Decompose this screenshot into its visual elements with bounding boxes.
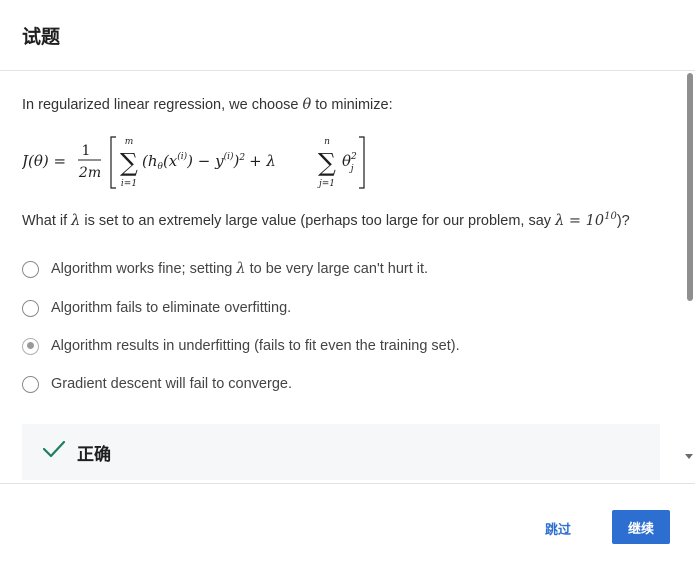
formula-sum1-sigma: ∑ bbox=[120, 148, 138, 177]
formula-sup-i: (i) bbox=[177, 151, 187, 162]
question-content: In regularized linear regression, we cho… bbox=[0, 71, 695, 483]
formula-right-bracket bbox=[359, 136, 365, 189]
answer-option-1[interactable]: Algorithm works fine; setting λ to be ve… bbox=[22, 257, 428, 281]
scroll-down-arrow-icon[interactable] bbox=[685, 454, 693, 459]
formula-sum1-bottom: i=1 bbox=[121, 179, 137, 189]
question-text: What if λ is set to an extremely large v… bbox=[22, 211, 630, 229]
prompt-theta: θ bbox=[302, 97, 312, 113]
prompt-text-after: to minimize: bbox=[311, 97, 393, 113]
question-text-before: What if bbox=[22, 212, 72, 229]
option-label: Algorithm results in underfitting (fails… bbox=[51, 338, 460, 354]
radio-button[interactable] bbox=[22, 299, 39, 317]
question-text-after: )? bbox=[616, 212, 630, 229]
question-text-middle: is set to an extremely large value (perh… bbox=[80, 212, 556, 229]
formula-left-bracket bbox=[110, 136, 116, 189]
checkmark-icon bbox=[42, 440, 66, 458]
scrollbar-thumb[interactable] bbox=[687, 73, 693, 301]
cost-function-formula: J(θ) = 1 2m m ∑ i=1 (hθ(x(i)) − y(i))2 + … bbox=[22, 136, 365, 189]
formula-square2: 2 bbox=[350, 152, 357, 162]
feedback-status-text: 正确 bbox=[77, 445, 111, 464]
option-label: Gradient descent will fail to converge. bbox=[51, 376, 292, 392]
formula-h: (h bbox=[142, 152, 158, 170]
option-label-after: to be very large can't hurt it. bbox=[245, 261, 429, 277]
formula-frac-den: 2m bbox=[78, 165, 101, 181]
svg-text:θ2j: θ2 j bbox=[342, 152, 357, 174]
formula-sum1-top: m bbox=[125, 137, 134, 147]
formula-sup-i2: (i) bbox=[224, 151, 234, 162]
skip-button[interactable]: 跳过 bbox=[545, 519, 571, 538]
answer-option-2[interactable]: Algorithm fails to eliminate overfitting… bbox=[22, 296, 291, 320]
answer-option-3[interactable]: Algorithm results in underfitting (fails… bbox=[22, 334, 460, 358]
formula-lhs: J(θ) = bbox=[22, 152, 66, 170]
dialog-header: 试题 bbox=[0, 0, 695, 71]
formula-theta-j: θ bbox=[342, 152, 351, 170]
radio-button[interactable] bbox=[22, 375, 39, 393]
continue-button[interactable]: 继续 bbox=[612, 510, 670, 544]
formula-plus-lambda: + λ bbox=[249, 152, 276, 170]
formula-frac-num: 1 bbox=[82, 143, 91, 159]
question-prompt: In regularized linear regression, we cho… bbox=[22, 97, 393, 113]
formula-sum2-sigma: ∑ bbox=[318, 148, 336, 177]
formula-square: 2 bbox=[238, 153, 245, 163]
option-label: Algorithm works fine; setting λ to be ve… bbox=[51, 261, 428, 277]
question-equals: = 10 bbox=[564, 212, 605, 229]
question-lambda: λ bbox=[71, 212, 81, 229]
option-label-before: Algorithm works fine; setting bbox=[51, 261, 237, 277]
feedback-panel: 正确 bbox=[22, 424, 660, 480]
prompt-text-before: In regularized linear regression, we cho… bbox=[22, 97, 303, 113]
answer-option-4[interactable]: Gradient descent will fail to converge. bbox=[22, 372, 292, 396]
dialog-title: 试题 bbox=[22, 27, 61, 48]
formula-x: (x bbox=[163, 152, 178, 170]
radio-button[interactable] bbox=[22, 260, 39, 278]
radio-button-selected[interactable] bbox=[22, 337, 39, 355]
question-exponent: 10 bbox=[604, 211, 617, 222]
svg-text:(hθ(x(i)) − y(i))2+ λ: (hθ(x(i)) − y(i))2 + λ bbox=[142, 151, 276, 172]
dialog-footer: 跳过 继续 bbox=[0, 483, 695, 569]
formula-sum2-bottom: j=1 bbox=[317, 179, 335, 189]
option-label: Algorithm fails to eliminate overfitting… bbox=[51, 300, 292, 316]
formula-sum2-top: n bbox=[324, 137, 330, 147]
formula-minus-y: ) − y bbox=[186, 152, 224, 170]
question-lambda2: λ bbox=[555, 212, 565, 229]
option-lambda: λ bbox=[236, 261, 246, 277]
